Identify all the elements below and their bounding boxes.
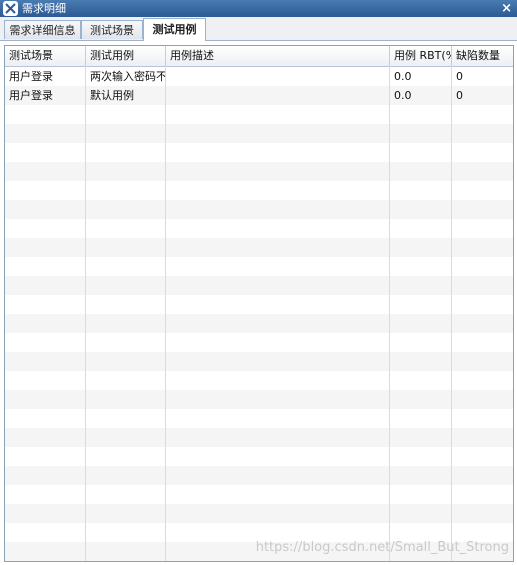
cell-scenario: 用户登录	[9, 89, 53, 102]
table-row[interactable]: 用户登录 两次输入密码不一 0.0 0	[5, 67, 513, 86]
empty-row	[5, 352, 513, 371]
window-title: 需求明细	[22, 2, 66, 15]
column-header-test-case[interactable]: 测试用例	[86, 46, 166, 66]
tab-requirement-details[interactable]: 需求详细信息	[4, 20, 81, 39]
empty-row	[5, 409, 513, 428]
cell-description	[166, 86, 390, 105]
empty-row	[5, 466, 513, 485]
empty-row	[5, 219, 513, 238]
tab-test-cases[interactable]: 测试用例	[143, 18, 206, 41]
column-divider	[389, 66, 390, 561]
app-logo-icon	[3, 1, 18, 16]
empty-row	[5, 428, 513, 447]
cell-defect-count: 0	[456, 70, 463, 83]
watermark: https://blog.csdn.net/Small_But_Strong	[255, 540, 509, 555]
column-header-rbt[interactable]: 用例 RBT(%	[390, 46, 452, 66]
empty-row	[5, 276, 513, 295]
column-divider	[451, 66, 452, 561]
empty-row	[5, 504, 513, 523]
empty-row	[5, 105, 513, 124]
empty-row	[5, 257, 513, 276]
column-header-scenario[interactable]: 测试场景	[5, 46, 86, 66]
close-icon[interactable]: ×	[501, 0, 512, 17]
cell-scenario: 用户登录	[9, 70, 53, 83]
empty-row	[5, 238, 513, 257]
table-row[interactable]: 用户登录 默认用例 0.0 0	[5, 86, 513, 105]
column-divider	[85, 66, 86, 561]
empty-row	[5, 390, 513, 409]
cell-test-case: 两次输入密码不一	[90, 70, 166, 83]
test-case-grid: 测试场景 测试用例 用例描述 用例 RBT(% 缺陷数量 用户登录 两次输入密码不…	[4, 45, 514, 562]
cell-test-case: 默认用例	[90, 89, 134, 102]
empty-row	[5, 143, 513, 162]
window-titlebar: 需求明细 ×	[0, 0, 517, 17]
cell-defect-count: 0	[456, 89, 463, 102]
empty-row	[5, 314, 513, 333]
empty-row	[5, 181, 513, 200]
cell-rbt: 0.0	[394, 70, 412, 83]
column-header-description[interactable]: 用例描述	[166, 46, 390, 66]
cell-description	[166, 67, 390, 86]
grid-header: 测试场景 测试用例 用例描述 用例 RBT(% 缺陷数量	[5, 46, 513, 67]
empty-row	[5, 371, 513, 390]
empty-row	[5, 124, 513, 143]
empty-row	[5, 200, 513, 219]
cell-rbt: 0.0	[394, 89, 412, 102]
tab-strip: 需求详细信息 测试场景 测试用例	[0, 17, 517, 41]
empty-row	[5, 162, 513, 181]
empty-row	[5, 447, 513, 466]
empty-row	[5, 485, 513, 504]
empty-row	[5, 295, 513, 314]
empty-row	[5, 333, 513, 352]
column-header-defect-count[interactable]: 缺陷数量	[452, 46, 513, 66]
tab-test-scenarios[interactable]: 测试场景	[81, 20, 143, 39]
column-divider	[165, 66, 166, 561]
